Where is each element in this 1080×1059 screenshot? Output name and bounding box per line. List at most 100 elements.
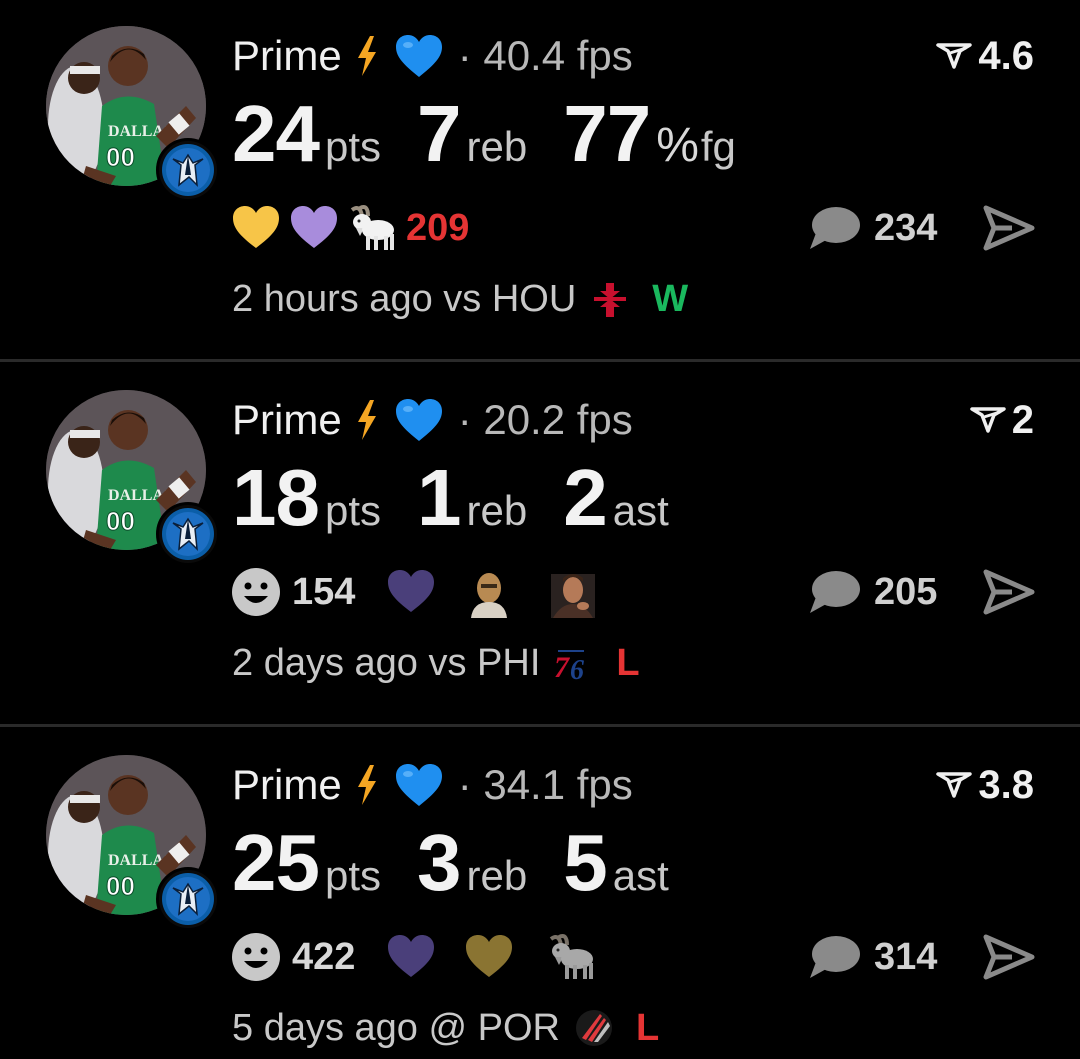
76ers-logo-icon: 7 6 bbox=[554, 650, 585, 685]
stat-unit: reb bbox=[466, 487, 528, 534]
divider bbox=[0, 359, 1080, 362]
comments-button[interactable]: 234 bbox=[808, 200, 937, 256]
reaction-count: 209 bbox=[406, 206, 470, 249]
team-badge-mavericks-icon bbox=[156, 867, 220, 931]
svg-text:6: 6 bbox=[570, 655, 584, 685]
post-card[interactable]: DALLAS 00 Prime · 34.1 fps 3.8 25 pts 3 … bbox=[0, 729, 1080, 1059]
comment-bubble-icon bbox=[810, 936, 860, 978]
svg-text:00: 00 bbox=[106, 506, 135, 536]
username[interactable]: Prime bbox=[232, 396, 342, 444]
purple-heart-icon[interactable] bbox=[385, 566, 437, 618]
rockets-logo-icon bbox=[594, 283, 627, 317]
game-result-badge: L bbox=[635, 1006, 660, 1049]
stat-value: 24 bbox=[232, 89, 320, 178]
rating[interactable]: 4.6 bbox=[936, 30, 1034, 82]
purple-heart-icon[interactable] bbox=[288, 202, 340, 254]
yellow-heart-icon[interactable] bbox=[230, 202, 282, 254]
comment-bubble-icon bbox=[810, 571, 860, 613]
lightning-icon bbox=[357, 400, 376, 440]
team-badge-mavericks-icon bbox=[156, 138, 220, 202]
reactions-bar: 422 bbox=[230, 927, 603, 987]
lightning-icon bbox=[357, 765, 376, 805]
smiley-icon[interactable] bbox=[230, 566, 282, 618]
rating-value: 4.6 bbox=[978, 33, 1034, 78]
stat-value: 7 bbox=[417, 89, 461, 178]
fantasy-points: · 40.4 fps bbox=[457, 32, 633, 79]
percent-sign: % bbox=[656, 119, 699, 172]
blue-heart-icon bbox=[395, 764, 442, 806]
comment-count: 314 bbox=[874, 935, 938, 978]
comment-count: 205 bbox=[874, 570, 938, 613]
comment-count: 234 bbox=[874, 206, 938, 249]
blue-heart-icon bbox=[395, 35, 442, 77]
rating-chevron-icon bbox=[970, 407, 1006, 433]
purple-heart-icon[interactable] bbox=[385, 931, 437, 983]
stat-unit: ast bbox=[612, 852, 669, 899]
gold-heart-icon[interactable] bbox=[463, 931, 515, 983]
goat-icon[interactable] bbox=[545, 931, 597, 983]
share-send-icon[interactable] bbox=[982, 933, 1036, 981]
game-info: 2 hours ago vs HOU W bbox=[232, 272, 688, 326]
rating[interactable]: 2 bbox=[970, 394, 1034, 446]
reaction-count: 422 bbox=[292, 935, 356, 978]
stat-line: 25 pts 3 reb 5 ast bbox=[232, 817, 705, 917]
svg-text:00: 00 bbox=[106, 142, 135, 172]
stat-unit: reb bbox=[466, 123, 528, 170]
post-header: Prime · 40.4 fps bbox=[232, 30, 633, 82]
team-badge-mavericks-icon bbox=[156, 502, 220, 566]
rating-value: 2 bbox=[1011, 397, 1034, 442]
post-header: Prime · 20.2 fps bbox=[232, 394, 633, 446]
game-info: 2 days ago vs PHI 7 6 L bbox=[232, 636, 640, 690]
stat-line: 18 pts 1 reb 2 ast bbox=[232, 452, 705, 552]
man-face-sticker-icon[interactable] bbox=[547, 566, 599, 618]
stat-unit: ast bbox=[612, 487, 669, 534]
comment-bubble-icon bbox=[810, 207, 860, 249]
lightning-icon bbox=[357, 36, 376, 76]
fantasy-points: · 34.1 fps bbox=[457, 761, 633, 808]
stat-value: 2 bbox=[563, 453, 607, 542]
blue-heart-icon bbox=[395, 399, 442, 441]
time-and-opponent: 2 days ago vs PHI bbox=[232, 641, 541, 684]
rating-chevron-icon bbox=[936, 772, 973, 798]
blazers-logo-icon bbox=[575, 1010, 612, 1046]
game-info: 5 days ago @ POR L bbox=[232, 1001, 659, 1055]
stat-value: 18 bbox=[232, 453, 320, 542]
svg-text:7: 7 bbox=[554, 651, 570, 684]
time-and-opponent: 2 hours ago vs HOU bbox=[232, 277, 577, 320]
rating-value: 3.8 bbox=[978, 762, 1034, 807]
game-result-badge: W bbox=[652, 277, 689, 320]
divider bbox=[0, 724, 1080, 727]
post-header: Prime · 34.1 fps bbox=[232, 759, 633, 811]
stat-line: 24 pts 7 reb 77 % fg bbox=[232, 88, 772, 188]
game-result-badge: L bbox=[616, 641, 640, 684]
stat-unit: pts bbox=[324, 123, 382, 170]
username[interactable]: Prime bbox=[232, 32, 342, 80]
stat-value: 3 bbox=[417, 818, 461, 907]
stat-value: 25 bbox=[232, 818, 320, 907]
share-send-icon[interactable] bbox=[982, 568, 1036, 616]
time-and-opponent: 5 days ago @ POR bbox=[232, 1006, 560, 1049]
stat-value: 5 bbox=[563, 818, 607, 907]
stat-value: 1 bbox=[417, 453, 461, 542]
smiley-icon[interactable] bbox=[230, 931, 282, 983]
svg-text:00: 00 bbox=[106, 871, 135, 901]
reaction-count: 154 bbox=[292, 570, 356, 613]
stat-value: 77 bbox=[563, 89, 651, 178]
stat-unit: pts bbox=[324, 487, 382, 534]
goat-icon[interactable] bbox=[346, 202, 398, 254]
stat-unit: pts bbox=[324, 852, 382, 899]
stat-unit: fg bbox=[700, 123, 736, 170]
rating-chevron-icon bbox=[936, 43, 973, 69]
stat-unit: reb bbox=[466, 852, 528, 899]
username[interactable]: Prime bbox=[232, 761, 342, 809]
comments-button[interactable]: 205 bbox=[808, 564, 937, 620]
share-send-icon[interactable] bbox=[982, 204, 1036, 252]
post-card[interactable]: DALLAS 00 Prime · 20.2 fps 2 18 pts 1 re… bbox=[0, 364, 1080, 726]
masked-face-sticker-icon[interactable] bbox=[463, 566, 515, 618]
reactions-bar: 209 bbox=[230, 198, 499, 258]
reactions-bar: 154 bbox=[230, 562, 605, 622]
rating[interactable]: 3.8 bbox=[936, 759, 1034, 811]
comments-button[interactable]: 314 bbox=[808, 929, 937, 985]
fantasy-points: · 20.2 fps bbox=[457, 396, 633, 443]
post-card[interactable]: DALLAS 00 Prime · 40.4 fps 4.6 24 pts 7 … bbox=[0, 0, 1080, 362]
